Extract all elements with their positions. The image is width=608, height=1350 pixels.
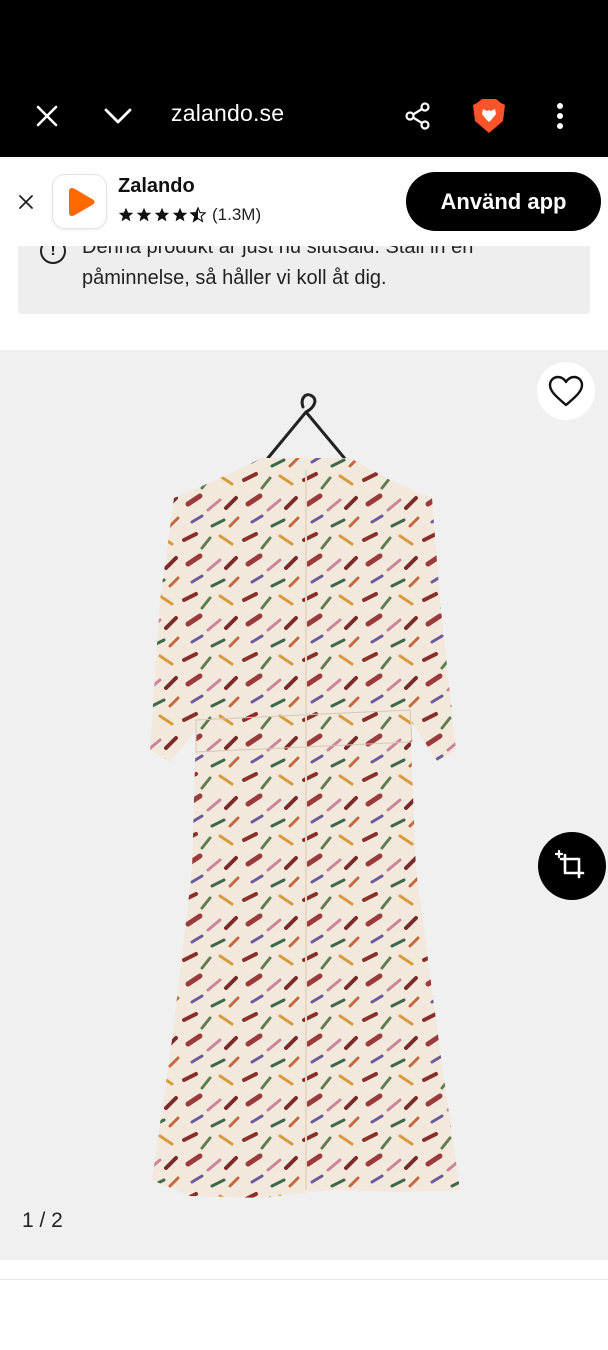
crop-share-icon bbox=[555, 849, 585, 879]
product-image[interactable] bbox=[0, 350, 608, 1260]
heart-icon bbox=[548, 375, 584, 407]
chevron-down-icon[interactable] bbox=[98, 96, 138, 136]
sold-out-notice: ! Denna produkt är just nu slutsåld. Stä… bbox=[18, 246, 590, 314]
close-banner-icon[interactable] bbox=[12, 188, 40, 216]
more-vertical-icon[interactable] bbox=[540, 96, 580, 136]
brave-lion-icon[interactable] bbox=[469, 96, 509, 136]
app-name: Zalando bbox=[118, 175, 195, 197]
use-app-button[interactable]: Använd app bbox=[406, 172, 601, 231]
star-icon bbox=[136, 207, 152, 222]
half-star-icon bbox=[190, 207, 206, 223]
image-counter: 1 / 2 bbox=[22, 1209, 63, 1232]
star-icon bbox=[118, 207, 134, 222]
url-text[interactable]: zalando.se bbox=[171, 100, 284, 127]
info-icon: ! bbox=[40, 246, 66, 264]
browser-toolbar: zalando.se bbox=[0, 0, 608, 157]
favorite-button[interactable] bbox=[537, 362, 595, 420]
dress-illustration bbox=[150, 393, 460, 1198]
share-icon[interactable] bbox=[398, 96, 438, 136]
notice-text: Denna produkt är just nu slutsåld. Ställ… bbox=[82, 246, 474, 289]
app-rating: (1.3M) bbox=[118, 205, 261, 225]
divider bbox=[0, 1279, 608, 1280]
zalando-logo bbox=[53, 175, 106, 228]
rating-count: (1.3M) bbox=[212, 205, 262, 224]
star-icon bbox=[172, 207, 188, 222]
star-icon bbox=[154, 207, 170, 222]
close-icon[interactable] bbox=[27, 96, 67, 136]
crop-share-button[interactable] bbox=[538, 832, 606, 900]
